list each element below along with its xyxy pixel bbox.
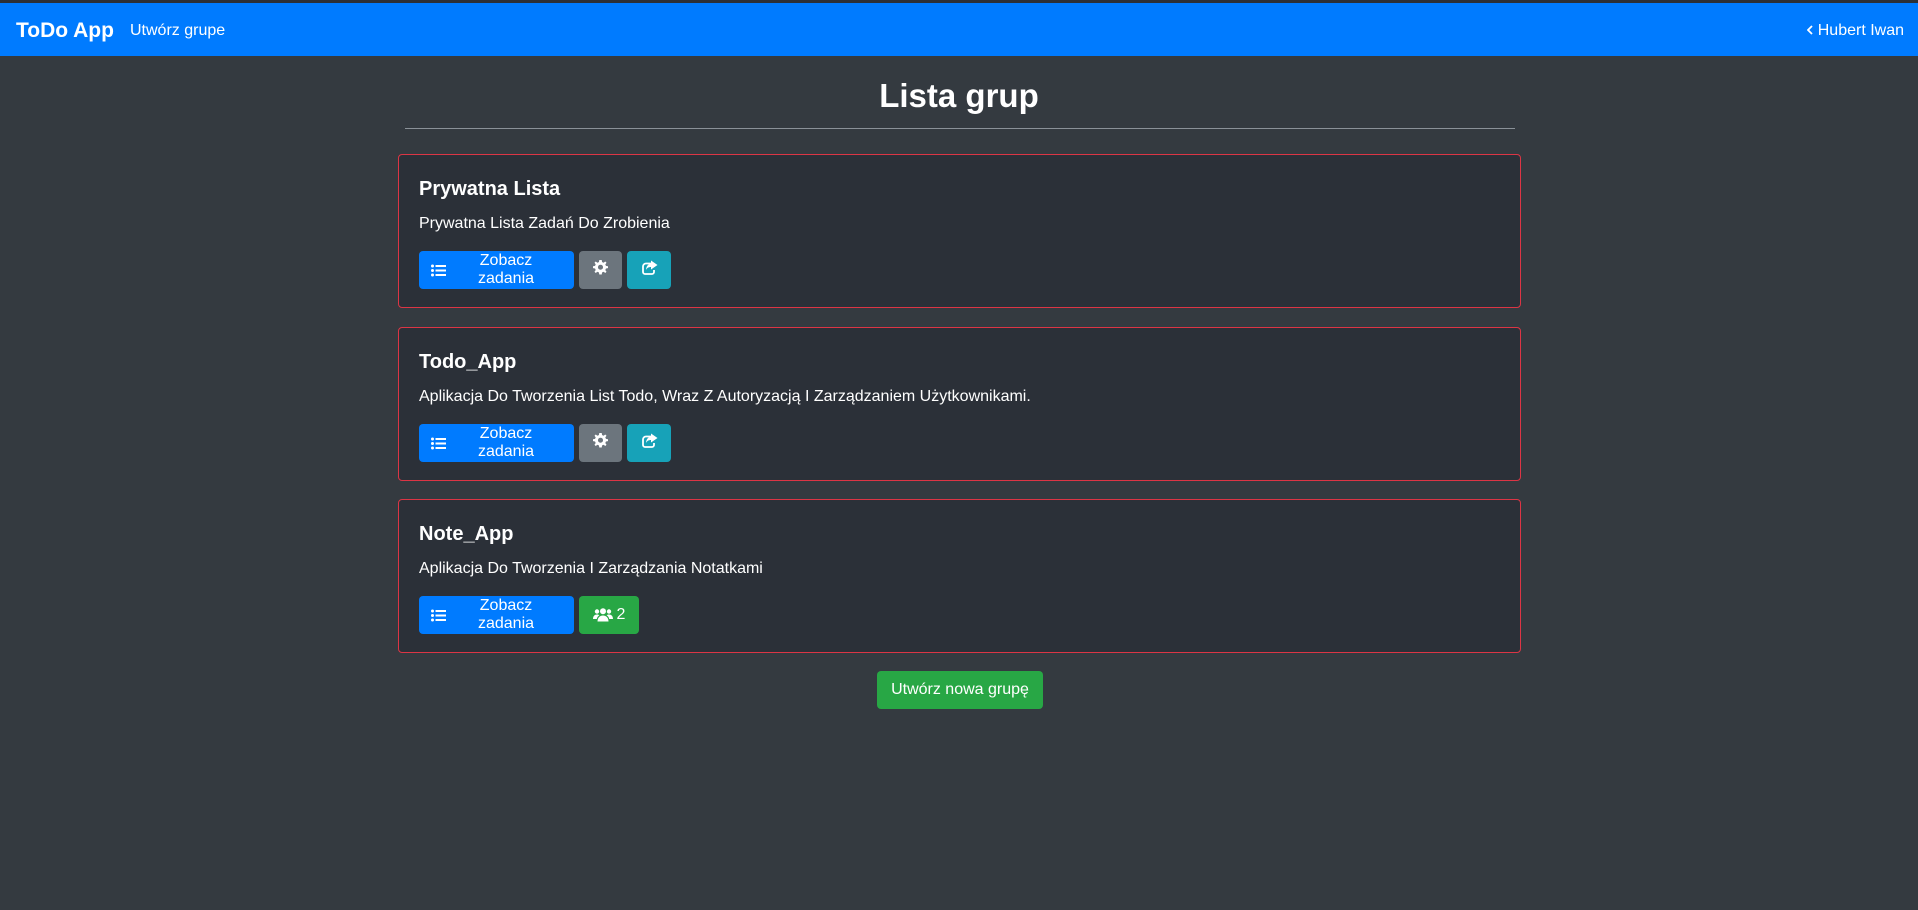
group-card: Note_App Aplikacja Do Tworzenia I Zarząd… (398, 499, 1521, 653)
create-new-group-button[interactable]: Utwórz nowa grupę (877, 671, 1043, 709)
view-tasks-button[interactable]: Zobacz zadania (419, 596, 574, 634)
share-icon (641, 433, 658, 453)
group-actions: Zobacz zadania (419, 251, 671, 289)
group-title: Prywatna Lista (419, 178, 561, 200)
group-card: Prywatna Lista Prywatna Lista Zadań Do Z… (398, 154, 1521, 308)
view-tasks-label: Zobacz zadania (477, 252, 535, 287)
view-tasks-button[interactable]: Zobacz zadania (419, 251, 574, 289)
user-menu[interactable]: Hubert Iwan (1806, 3, 1904, 59)
navbar: ToDo App Utwórz grupe Hubert Iwan (0, 0, 1918, 56)
brand-link[interactable]: ToDo App (16, 3, 114, 59)
settings-button[interactable] (579, 251, 622, 289)
group-title: Todo_App (419, 351, 517, 373)
list-icon (431, 264, 446, 277)
share-button[interactable] (627, 251, 671, 289)
title-divider (405, 128, 1515, 129)
gear-icon (593, 433, 608, 453)
view-tasks-label: Zobacz zadania (477, 597, 535, 632)
members-count: 2 (616, 606, 626, 623)
group-description: Prywatna Lista Zadań Do Zrobienia (419, 215, 670, 232)
gear-icon (593, 260, 608, 280)
group-card: Todo_App Aplikacja Do Tworzenia List Tod… (398, 327, 1521, 481)
list-icon (431, 609, 446, 622)
view-tasks-label: Zobacz zadania (477, 425, 535, 460)
share-button[interactable] (627, 424, 671, 462)
create-group-nav-link[interactable]: Utwórz grupe (130, 3, 225, 59)
chevron-left-icon (1806, 3, 1813, 59)
settings-button[interactable] (579, 424, 622, 462)
group-title: Note_App (419, 523, 514, 545)
group-actions: Zobacz zadania 2 (419, 596, 639, 634)
list-icon (431, 437, 446, 450)
view-tasks-button[interactable]: Zobacz zadania (419, 424, 574, 462)
user-name: Hubert Iwan (1817, 22, 1904, 39)
group-actions: Zobacz zadania (419, 424, 671, 462)
members-button[interactable]: 2 (579, 596, 639, 634)
group-description: Aplikacja Do Tworzenia I Zarządzania Not… (419, 560, 763, 577)
group-description: Aplikacja Do Tworzenia List Todo, Wraz Z… (419, 388, 1031, 405)
users-icon (592, 608, 613, 622)
page-title: Lista grup (879, 77, 1039, 114)
share-icon (641, 260, 658, 280)
